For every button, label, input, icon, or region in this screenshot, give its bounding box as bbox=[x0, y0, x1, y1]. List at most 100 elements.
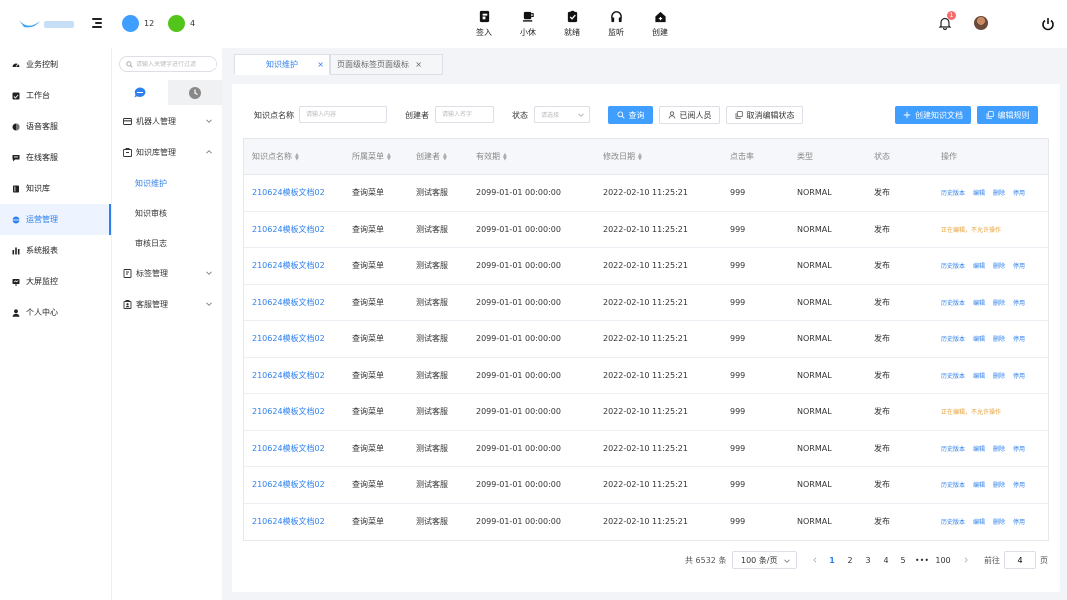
nav-item-screen-monitor[interactable]: 大屏监控 bbox=[0, 266, 111, 297]
edit-link[interactable]: 编辑 bbox=[973, 517, 985, 526]
tab-menu[interactable] bbox=[112, 80, 168, 105]
nav-item-business-control[interactable]: 业务控制 bbox=[0, 49, 111, 80]
document-name-link[interactable]: 210624模板文档02 bbox=[252, 333, 325, 344]
document-name-link[interactable]: 210624模板文档02 bbox=[252, 187, 325, 198]
goto-page-input[interactable] bbox=[1004, 551, 1036, 569]
document-name-link[interactable]: 210624模板文档02 bbox=[252, 479, 325, 490]
creator-filter-input[interactable] bbox=[435, 106, 494, 123]
page-button[interactable]: 4 bbox=[880, 551, 892, 569]
sub-item-tag-management[interactable]: 标签管理 bbox=[112, 263, 223, 283]
history-version-link[interactable]: 历史版本 bbox=[941, 261, 965, 270]
edit-link[interactable]: 编辑 bbox=[973, 188, 985, 197]
page-ellipsis[interactable]: ••• bbox=[913, 551, 931, 569]
menu-filter-input[interactable] bbox=[136, 60, 216, 68]
page-button[interactable]: 2 bbox=[844, 551, 856, 569]
cancel-edit-button[interactable]: 取消编辑状态 bbox=[726, 106, 803, 124]
nav-item-knowledge-base[interactable]: 知识库 bbox=[0, 173, 111, 204]
column-header-modified[interactable]: 修改日期 ▲ ▼ bbox=[603, 139, 642, 174]
close-icon[interactable]: × bbox=[415, 60, 422, 69]
nav-item-voice-service[interactable]: 语音客服 bbox=[0, 111, 111, 142]
page-tab-knowledge-maintenance[interactable]: 知识维护 × bbox=[234, 54, 330, 75]
user-menu[interactable] bbox=[974, 16, 988, 30]
page-button[interactable]: 3 bbox=[862, 551, 874, 569]
sub-item-knowledge-management[interactable]: 知识库管理 bbox=[112, 142, 223, 162]
sub-item-knowledge-maintenance[interactable]: 知识维护 bbox=[112, 173, 223, 193]
column-header-menu[interactable]: 所属菜单 ▲ ▼ bbox=[352, 139, 391, 174]
history-version-link[interactable]: 历史版本 bbox=[941, 188, 965, 197]
close-icon[interactable]: × bbox=[317, 60, 324, 69]
nav-item-operations[interactable]: 运营管理 bbox=[0, 204, 111, 235]
edit-link[interactable]: 编辑 bbox=[973, 371, 985, 380]
name-filter-input[interactable] bbox=[299, 106, 387, 123]
next-page-button[interactable] bbox=[960, 551, 972, 569]
document-name-link[interactable]: 210624模板文档02 bbox=[252, 406, 325, 417]
disable-link[interactable]: 停用 bbox=[1013, 444, 1025, 453]
history-version-link[interactable]: 历史版本 bbox=[941, 334, 965, 343]
break-button[interactable]: 小休 bbox=[506, 10, 550, 38]
disable-link[interactable]: 停用 bbox=[1013, 261, 1025, 270]
prev-page-button[interactable] bbox=[809, 551, 821, 569]
column-header-creator[interactable]: 创建者 ▲ ▼ bbox=[416, 139, 447, 174]
page-button[interactable]: 5 bbox=[897, 551, 909, 569]
disable-link[interactable]: 停用 bbox=[1013, 517, 1025, 526]
sub-item-knowledge-review[interactable]: 知识审核 bbox=[112, 203, 223, 223]
document-name-link[interactable]: 210624模板文档02 bbox=[252, 260, 325, 271]
edit-rules-button[interactable]: 编辑规则 bbox=[977, 106, 1038, 124]
power-icon[interactable] bbox=[1041, 17, 1055, 31]
history-version-link[interactable]: 历史版本 bbox=[941, 480, 965, 489]
sign-in-button[interactable]: 签入 bbox=[462, 10, 506, 38]
history-version-link[interactable]: 历史版本 bbox=[941, 444, 965, 453]
menu-toggle-icon[interactable] bbox=[92, 17, 104, 29]
delete-link[interactable]: 删除 bbox=[993, 261, 1005, 270]
history-version-link[interactable]: 历史版本 bbox=[941, 371, 965, 380]
document-name-link[interactable]: 210624模板文档02 bbox=[252, 443, 325, 454]
sub-item-review-log[interactable]: 审核日志 bbox=[112, 233, 223, 253]
disable-link[interactable]: 停用 bbox=[1013, 480, 1025, 489]
create-button[interactable]: 创建 bbox=[638, 10, 682, 38]
nav-item-workbench[interactable]: 工作台 bbox=[0, 80, 111, 111]
monitor-button[interactable]: 监听 bbox=[594, 10, 638, 38]
disable-link[interactable]: 停用 bbox=[1013, 334, 1025, 343]
viewed-users-button[interactable]: 已阅人员 bbox=[659, 106, 720, 124]
edit-link[interactable]: 编辑 bbox=[973, 444, 985, 453]
delete-link[interactable]: 删除 bbox=[993, 334, 1005, 343]
history-version-link[interactable]: 历史版本 bbox=[941, 517, 965, 526]
edit-link[interactable]: 编辑 bbox=[973, 334, 985, 343]
column-header-expire[interactable]: 有效期 ▲ ▼ bbox=[476, 139, 507, 174]
delete-link[interactable]: 删除 bbox=[993, 444, 1005, 453]
page-size-select[interactable]: 100 条/页 bbox=[732, 551, 797, 569]
document-name-link[interactable]: 210624模板文档02 bbox=[252, 370, 325, 381]
edit-link[interactable]: 编辑 bbox=[973, 261, 985, 270]
disable-link[interactable]: 停用 bbox=[1013, 188, 1025, 197]
delete-link[interactable]: 删除 bbox=[993, 188, 1005, 197]
page-button[interactable]: 100 bbox=[934, 551, 952, 569]
delete-link[interactable]: 删除 bbox=[993, 298, 1005, 307]
column-header-name[interactable]: 知识点名称 ▲ ▼ bbox=[252, 139, 299, 174]
document-name-link[interactable]: 210624模板文档02 bbox=[252, 224, 325, 235]
sub-item-robot-management[interactable]: 机器人管理 bbox=[112, 111, 223, 131]
create-document-button[interactable]: 创建知识文档 bbox=[895, 106, 971, 124]
edit-link[interactable]: 编辑 bbox=[973, 480, 985, 489]
ready-button[interactable]: 就绪 bbox=[550, 10, 594, 38]
nav-item-system-report[interactable]: 系统报表 bbox=[0, 235, 111, 266]
page-tab-tag-page[interactable]: 页面级标签页面级标 × bbox=[330, 54, 443, 75]
status-count: 12 bbox=[144, 19, 155, 28]
nav-item-online-service[interactable]: 在线客服 bbox=[0, 142, 111, 173]
nav-item-personal-center[interactable]: 个人中心 bbox=[0, 297, 111, 328]
person-icon bbox=[12, 308, 20, 317]
status-filter-select[interactable]: 请选择 bbox=[534, 106, 590, 123]
document-name-link[interactable]: 210624模板文档02 bbox=[252, 516, 325, 527]
sub-item-agent-management[interactable]: 客服管理 bbox=[112, 294, 223, 314]
search-button[interactable]: 查询 bbox=[608, 106, 653, 124]
document-name-link[interactable]: 210624模板文档02 bbox=[252, 297, 325, 308]
disable-link[interactable]: 停用 bbox=[1013, 298, 1025, 307]
edit-link[interactable]: 编辑 bbox=[973, 298, 985, 307]
delete-link[interactable]: 删除 bbox=[993, 517, 1005, 526]
page-button[interactable]: 1 bbox=[826, 551, 838, 569]
tab-history[interactable] bbox=[167, 80, 223, 105]
notification-button[interactable]: 1 bbox=[938, 11, 956, 31]
disable-link[interactable]: 停用 bbox=[1013, 371, 1025, 380]
delete-link[interactable]: 删除 bbox=[993, 371, 1005, 380]
delete-link[interactable]: 删除 bbox=[993, 480, 1005, 489]
history-version-link[interactable]: 历史版本 bbox=[941, 298, 965, 307]
